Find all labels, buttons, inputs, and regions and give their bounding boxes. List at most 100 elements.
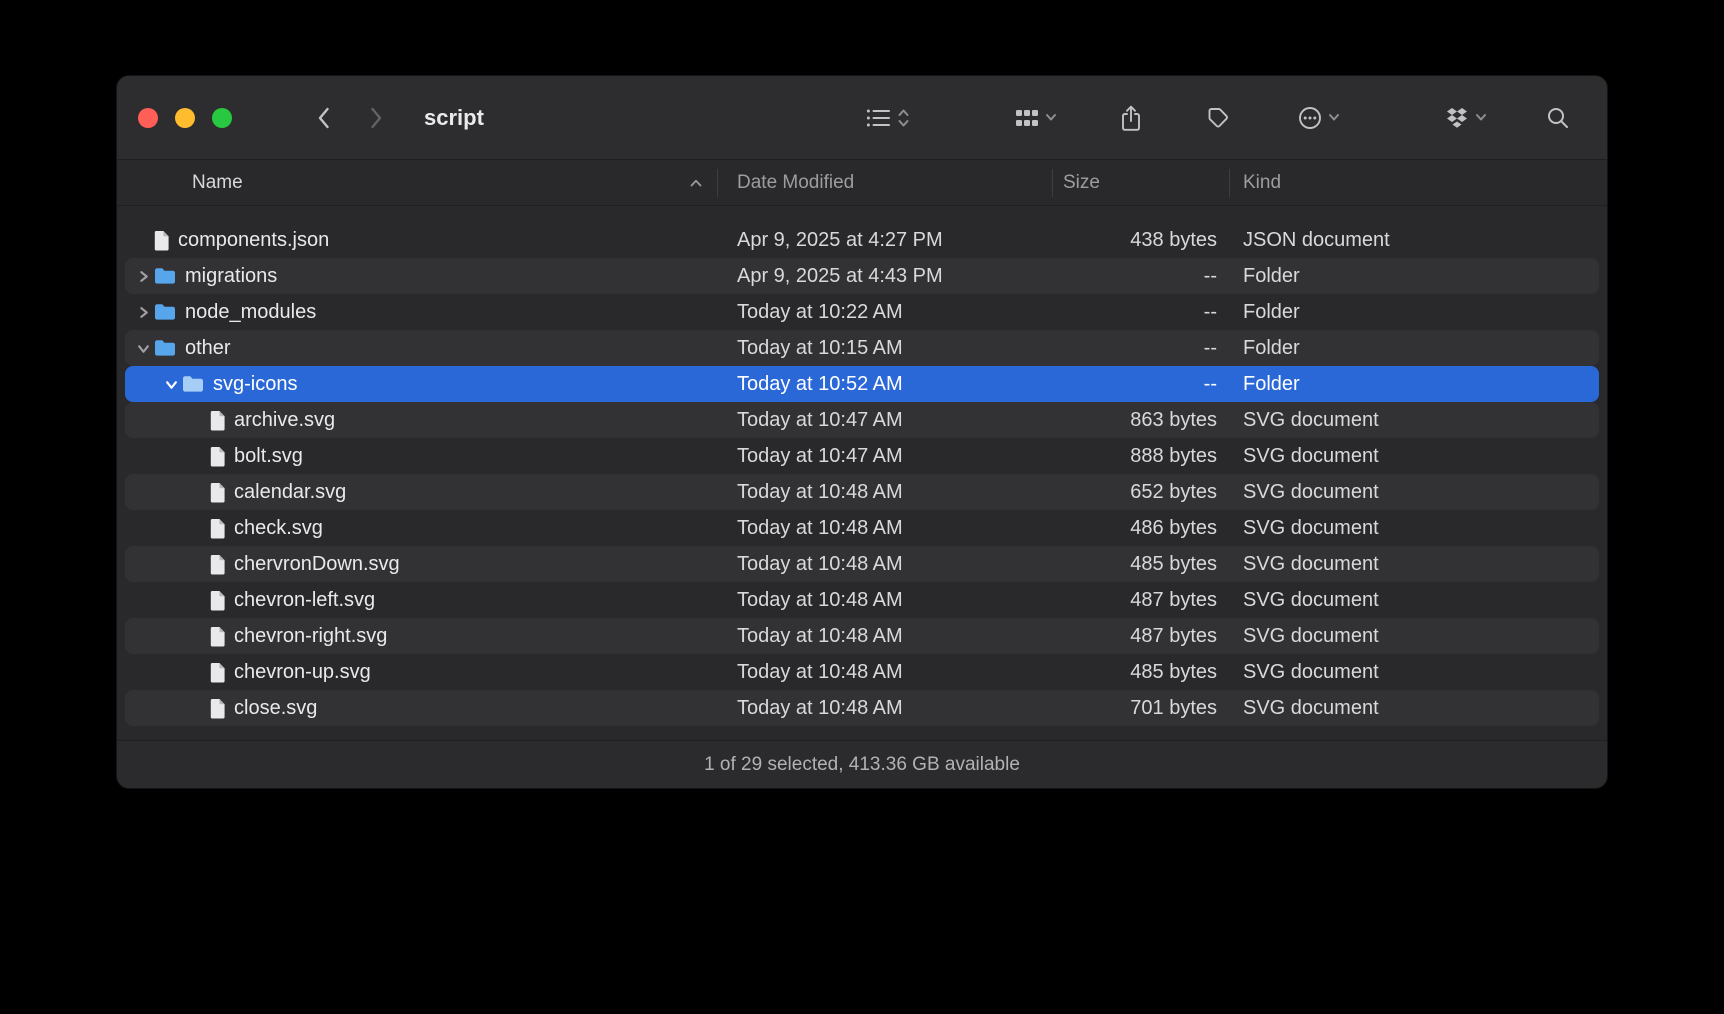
name-cell: check.svg — [125, 517, 718, 540]
disclosure-triangle[interactable] — [133, 270, 153, 283]
file-date: Today at 10:52 AM — [718, 373, 1053, 396]
file-name: migrations — [185, 265, 277, 288]
file-list: components.json Apr 9, 2025 at 4:27 PM 4… — [117, 206, 1607, 726]
folder-icon — [153, 266, 177, 286]
file-row[interactable]: bolt.svg Today at 10:47 AM 888 bytes SVG… — [125, 438, 1599, 474]
traffic-lights — [138, 108, 232, 128]
document-icon — [209, 662, 226, 683]
folder-icon — [153, 338, 177, 358]
file-name: calendar.svg — [234, 481, 346, 504]
name-cell: other — [125, 337, 718, 360]
file-kind: SVG document — [1230, 553, 1599, 576]
disclosure-triangle[interactable] — [161, 378, 181, 391]
document-icon — [209, 590, 226, 611]
file-name: chervronDown.svg — [234, 553, 400, 576]
file-row[interactable]: chevron-up.svg Today at 10:48 AM 485 byt… — [125, 654, 1599, 690]
file-row[interactable]: check.svg Today at 10:48 AM 486 bytes SV… — [125, 510, 1599, 546]
status-bar: 1 of 29 selected, 413.36 GB available — [117, 740, 1607, 788]
window-title: script — [424, 105, 484, 131]
name-cell: archive.svg — [125, 409, 718, 432]
back-button[interactable] — [310, 102, 337, 134]
name-cell: chevron-up.svg — [125, 661, 718, 684]
file-row[interactable]: archive.svg Today at 10:47 AM 863 bytes … — [125, 402, 1599, 438]
file-size: 485 bytes — [1053, 553, 1230, 576]
chevron-down-icon — [1475, 113, 1487, 122]
file-kind: SVG document — [1230, 697, 1599, 720]
document-icon — [209, 446, 226, 467]
group-view-button[interactable] — [1008, 103, 1063, 133]
name-cell: close.svg — [125, 697, 718, 720]
file-size: -- — [1053, 301, 1230, 324]
file-kind: Folder — [1230, 337, 1599, 360]
file-date: Today at 10:48 AM — [718, 697, 1053, 720]
search-button[interactable] — [1539, 101, 1577, 135]
dropbox-button[interactable] — [1438, 102, 1493, 134]
column-header-size[interactable]: Size — [1053, 169, 1230, 197]
file-row[interactable]: svg-icons Today at 10:52 AM -- Folder — [125, 366, 1599, 402]
file-size: -- — [1053, 373, 1230, 396]
minimize-button[interactable] — [175, 108, 195, 128]
sort-ascending-icon — [689, 178, 703, 188]
name-cell: chevron-left.svg — [125, 589, 718, 612]
view-list-button[interactable] — [859, 102, 916, 134]
column-header-name-label: Name — [192, 172, 243, 194]
file-size: 438 bytes — [1053, 229, 1230, 252]
file-row[interactable]: components.json Apr 9, 2025 at 4:27 PM 4… — [125, 222, 1599, 258]
file-kind: SVG document — [1230, 517, 1599, 540]
disclosure-triangle[interactable] — [133, 342, 153, 355]
document-icon — [209, 698, 226, 719]
name-cell: chevron-right.svg — [125, 625, 718, 648]
file-name: chevron-left.svg — [234, 589, 375, 612]
share-button[interactable] — [1113, 100, 1149, 136]
name-cell: bolt.svg — [125, 445, 718, 468]
finder-window: script — [117, 76, 1607, 788]
file-name: chevron-right.svg — [234, 625, 387, 648]
file-size: 485 bytes — [1053, 661, 1230, 684]
file-kind: SVG document — [1230, 661, 1599, 684]
file-row[interactable]: chervronDown.svg Today at 10:48 AM 485 b… — [125, 546, 1599, 582]
name-cell: migrations — [125, 265, 718, 288]
file-row[interactable]: chevron-right.svg Today at 10:48 AM 487 … — [125, 618, 1599, 654]
share-icon — [1119, 104, 1143, 132]
column-header-name[interactable]: Name — [117, 169, 718, 197]
file-name: archive.svg — [234, 409, 335, 432]
column-headers: Name Date Modified Size Kind — [117, 160, 1607, 206]
forward-button[interactable] — [363, 102, 390, 134]
file-size: 863 bytes — [1053, 409, 1230, 432]
tag-button[interactable] — [1199, 101, 1237, 135]
name-cell: calendar.svg — [125, 481, 718, 504]
list-view-icon — [865, 106, 892, 130]
close-button[interactable] — [138, 108, 158, 128]
column-header-date-modified[interactable]: Date Modified — [718, 169, 1053, 197]
file-row[interactable]: other Today at 10:15 AM -- Folder — [125, 330, 1599, 366]
file-size: 487 bytes — [1053, 589, 1230, 612]
file-row[interactable]: migrations Apr 9, 2025 at 4:43 PM -- Fol… — [125, 258, 1599, 294]
folder-icon — [153, 302, 177, 322]
file-row[interactable]: close.svg Today at 10:48 AM 701 bytes SV… — [125, 690, 1599, 726]
file-name: check.svg — [234, 517, 323, 540]
file-name: close.svg — [234, 697, 317, 720]
disclosure-triangle[interactable] — [133, 306, 153, 319]
file-kind: SVG document — [1230, 481, 1599, 504]
file-date: Today at 10:48 AM — [718, 553, 1053, 576]
zoom-button[interactable] — [212, 108, 232, 128]
document-icon — [209, 626, 226, 647]
file-date: Today at 10:48 AM — [718, 661, 1053, 684]
file-size: -- — [1053, 337, 1230, 360]
file-row[interactable]: chevron-left.svg Today at 10:48 AM 487 b… — [125, 582, 1599, 618]
file-row[interactable]: node_modules Today at 10:22 AM -- Folder — [125, 294, 1599, 330]
file-row[interactable]: calendar.svg Today at 10:48 AM 652 bytes… — [125, 474, 1599, 510]
file-size: 652 bytes — [1053, 481, 1230, 504]
file-size: 888 bytes — [1053, 445, 1230, 468]
file-name: other — [185, 337, 231, 360]
tag-icon — [1205, 105, 1231, 131]
status-text: 1 of 29 selected, 413.36 GB available — [704, 754, 1020, 776]
column-header-size-label: Size — [1063, 172, 1100, 194]
column-header-kind-label: Kind — [1243, 172, 1281, 194]
file-date: Apr 9, 2025 at 4:43 PM — [718, 265, 1053, 288]
search-icon — [1545, 105, 1571, 131]
more-actions-button[interactable] — [1291, 101, 1346, 135]
grid-group-icon — [1014, 107, 1040, 129]
file-date: Today at 10:47 AM — [718, 445, 1053, 468]
column-header-kind[interactable]: Kind — [1230, 169, 1607, 197]
